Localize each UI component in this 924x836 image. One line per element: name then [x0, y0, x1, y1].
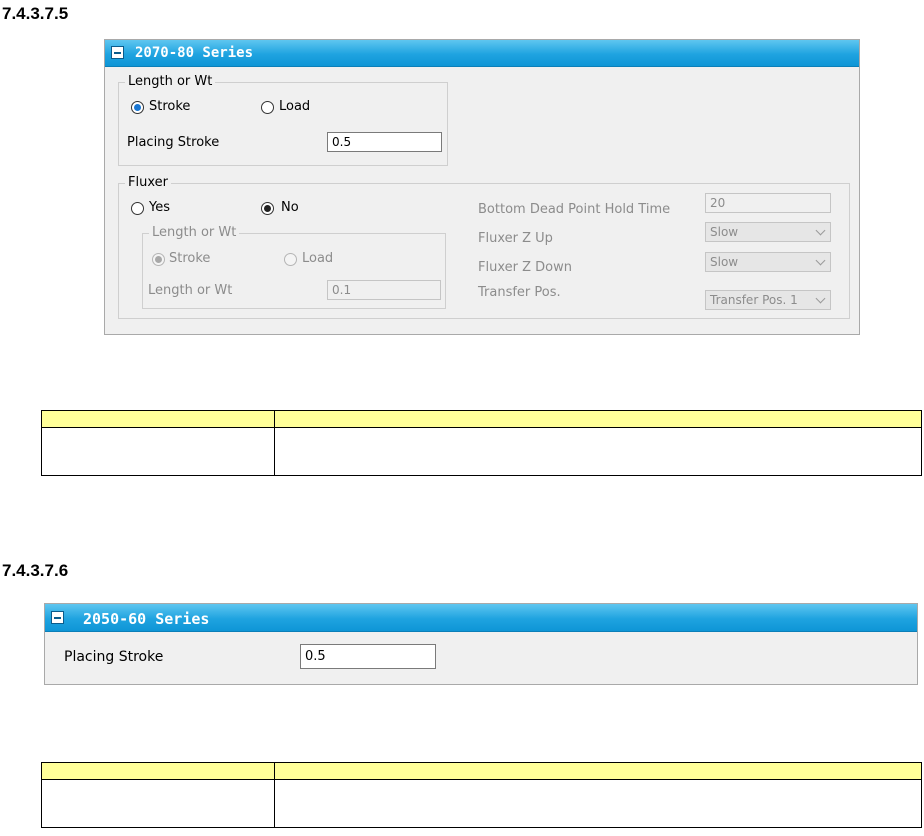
- panel-title: 2070-80 Series: [135, 45, 254, 61]
- chevron-down-icon: [815, 225, 826, 236]
- load-radio[interactable]: [261, 101, 274, 114]
- fluxer-load-label: Load: [302, 251, 334, 266]
- fluxer-length-label: Length or Wt: [148, 283, 233, 298]
- bottom-dead-point-label: Bottom Dead Point Hold Time: [478, 202, 671, 217]
- stroke-radio[interactable]: [131, 101, 144, 114]
- table-row: [41, 427, 922, 476]
- table-header-cell: [274, 410, 922, 428]
- table-cell: [274, 427, 922, 476]
- bottom-dead-point-input[interactable]: 20: [705, 193, 831, 213]
- fluxer-load-radio[interactable]: [284, 253, 297, 266]
- section-heading-1: 7.4.3.7.5: [2, 4, 69, 23]
- placing-stroke-label: Placing Stroke: [127, 135, 220, 150]
- load-radio-label: Load: [279, 99, 311, 114]
- transfer-pos-select[interactable]: Transfer Pos. 1: [705, 290, 831, 310]
- table-header-row: [41, 410, 922, 428]
- panel-header: 2070-80 Series: [105, 40, 859, 67]
- collapse-icon[interactable]: [111, 46, 124, 59]
- fluxer-no-label: No: [281, 200, 299, 215]
- table-header-row: [41, 762, 922, 780]
- table-header-cell: [41, 762, 275, 780]
- fluxer-stroke-label: Stroke: [169, 251, 211, 266]
- transfer-pos-label: Transfer Pos.: [478, 285, 561, 300]
- table-cell: [41, 779, 275, 828]
- placing-stroke-input[interactable]: 0.5: [300, 644, 436, 669]
- series-2070-80-panel: 2070-80 Series Length or Wt Stroke Load …: [104, 39, 860, 335]
- fluxer-z-up-select[interactable]: Slow: [705, 222, 831, 242]
- fluxer-yes-label: Yes: [149, 200, 170, 215]
- fluxer-z-down-label: Fluxer Z Down: [478, 260, 572, 275]
- table-header-cell: [274, 762, 922, 780]
- fluxer-length-input[interactable]: 0.1: [327, 280, 441, 300]
- length-or-wt-group: Length or Wt: [118, 74, 448, 166]
- placing-stroke-label: Placing Stroke: [64, 649, 164, 665]
- fluxer-yes-radio[interactable]: [131, 202, 144, 215]
- chevron-down-icon: [815, 293, 826, 304]
- section-heading-2: 7.4.3.7.6: [2, 561, 69, 580]
- fluxer-z-up-value: Slow: [710, 225, 739, 239]
- table-cell: [41, 427, 275, 476]
- panel-title: 2050-60 Series: [83, 610, 210, 628]
- chevron-down-icon: [815, 255, 826, 266]
- collapse-icon[interactable]: [51, 611, 64, 624]
- panel-header: 2050-60 Series: [45, 604, 917, 632]
- fluxer-no-radio[interactable]: [261, 202, 274, 215]
- table-cell: [274, 779, 922, 828]
- group-legend: Length or Wt: [125, 74, 216, 89]
- table-row: [41, 779, 922, 828]
- stroke-radio-label: Stroke: [149, 99, 191, 114]
- group-legend: Length or Wt: [149, 225, 240, 240]
- table-header-cell: [41, 410, 275, 428]
- group-legend: Fluxer: [125, 175, 171, 190]
- fluxer-z-down-value: Slow: [710, 255, 739, 269]
- placing-stroke-input[interactable]: 0.5: [327, 132, 442, 152]
- transfer-pos-value: Transfer Pos. 1: [710, 293, 798, 307]
- spec-table-1: [41, 410, 922, 476]
- fluxer-stroke-radio[interactable]: [152, 253, 165, 266]
- fluxer-z-down-select[interactable]: Slow: [705, 252, 831, 272]
- fluxer-z-up-label: Fluxer Z Up: [478, 231, 553, 246]
- series-2050-60-panel: 2050-60 Series Placing Stroke 0.5: [44, 603, 918, 685]
- spec-table-2: [41, 762, 922, 828]
